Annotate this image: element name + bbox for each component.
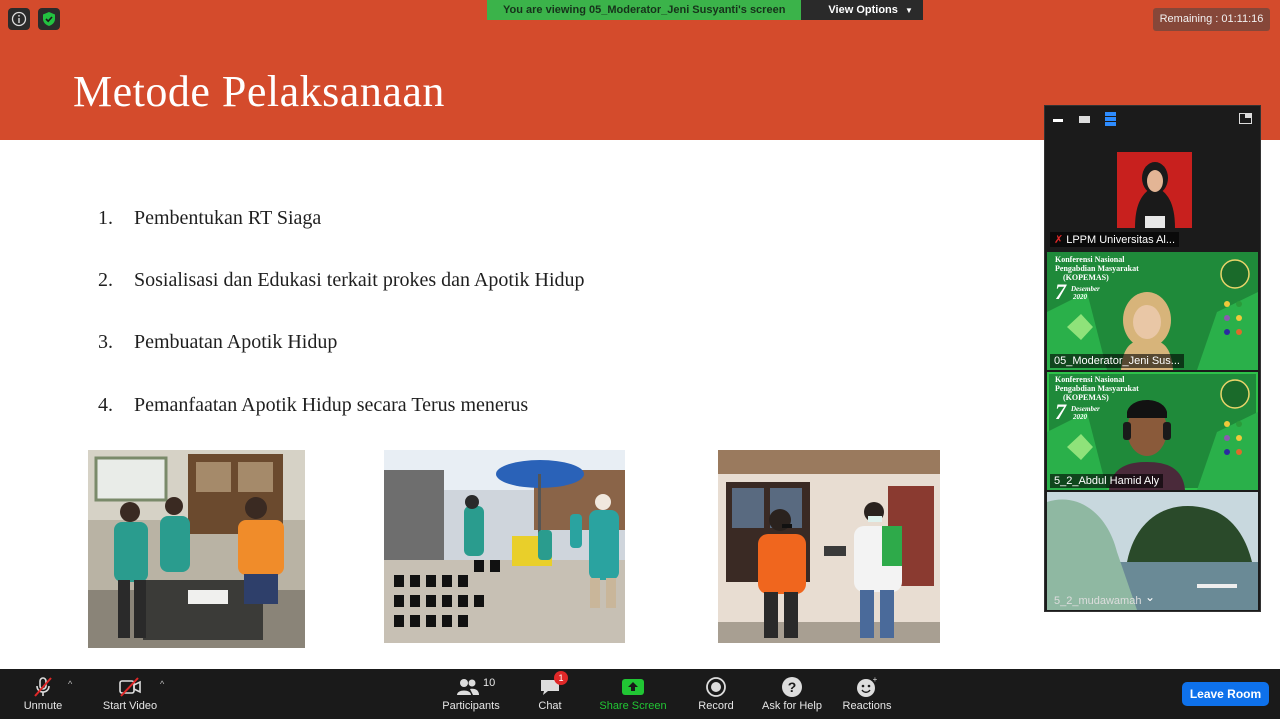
exit-panel-icon[interactable] [1239,113,1252,124]
participant-tile[interactable]: Konferensi Nasional Pengabdian Masyaraka… [1047,252,1258,370]
slide-list-item: 3. Pembuatan Apotik Hidup [98,331,338,353]
record-icon [706,677,726,697]
video-panel: ✗ LPPM Universitas Al... Konferensi Nasio… [1044,105,1261,612]
viewing-banner: You are viewing 05_Moderator_Jeni Susyan… [487,0,923,20]
participants-count: 10 [483,677,496,689]
active-speaker-view-icon[interactable] [1079,116,1090,123]
slide-photo-handover [718,450,940,643]
slide-list-item: 4. Pemanfaatan Apotik Hidup secara Terus … [98,394,529,416]
muted-mic-icon: ✗ [1054,234,1064,246]
participant-name: ✗ LPPM Universitas Al... [1050,232,1180,247]
chat-button[interactable]: 1 Chat [530,669,570,719]
kopemas-text: Konferensi Nasional Pengabdian Masyaraka… [1055,255,1139,304]
share-screen-icon [622,679,644,695]
unmute-button[interactable]: Unmute [14,669,72,719]
security-shield-icon[interactable] [38,8,60,30]
reactions-button[interactable]: + Reactions [840,669,894,719]
slide-list-item: 1. Pembentukan RT Siaga [98,207,322,229]
gallery-strip-view-icon[interactable] [1105,112,1116,126]
participant-name: 5_2_Abdul Hamid Aly [1050,474,1164,488]
minimize-icon[interactable] [1053,119,1063,122]
participant-name: 05_Moderator_Jeni Sus... [1050,354,1184,368]
chat-unread-badge: 1 [554,671,568,685]
kopemas-text: Konferensi Nasional Pengabdian Masyaraka… [1055,375,1139,424]
help-question-icon: ? [782,677,802,697]
slide-title: Metode Pelaksanaan [73,67,445,116]
ask-for-help-button[interactable]: ? Ask for Help [760,669,824,719]
video-panel-header [1045,106,1260,132]
participants-icon [457,679,479,695]
svg-text:+: + [873,675,878,684]
video-options-caret-icon[interactable]: ^ [160,679,164,689]
scroll-down-chevron-icon[interactable]: ⌄ [1145,590,1155,604]
video-off-icon [119,677,141,697]
reactions-smiley-icon: + [857,675,878,697]
remaining-time: Remaining : 01:11:16 [1153,8,1270,31]
slide-photo-meeting [88,450,305,648]
participants-button[interactable]: 10 Participants [440,669,502,719]
start-video-button[interactable]: Start Video [98,669,162,719]
record-button[interactable]: Record [694,669,738,719]
participant-tile[interactable]: ✗ LPPM Universitas Al... [1047,132,1258,250]
slide-list-item: 2. Sosialisasi dan Edukasi terkait prokes… [98,269,585,291]
viewing-status-text: You are viewing 05_Moderator_Jeni Susyan… [487,0,802,20]
audio-options-caret-icon[interactable]: ^ [68,679,72,689]
leave-room-button[interactable]: Leave Room [1182,682,1269,706]
share-screen-button[interactable]: Share Screen [598,669,668,719]
participant-name: 5_2_mudawamah [1054,595,1142,607]
muted-microphone-icon [34,677,52,697]
slide-photo-garden [384,450,625,643]
svg-text:?: ? [788,679,797,695]
view-options-button[interactable]: View Options ▼ [801,0,923,20]
meeting-info-icon[interactable] [8,8,30,30]
chevron-down-icon: ▼ [904,6,913,15]
participant-tile-active-speaker[interactable]: Konferensi Nasional Pengabdian Masyaraka… [1047,372,1258,490]
